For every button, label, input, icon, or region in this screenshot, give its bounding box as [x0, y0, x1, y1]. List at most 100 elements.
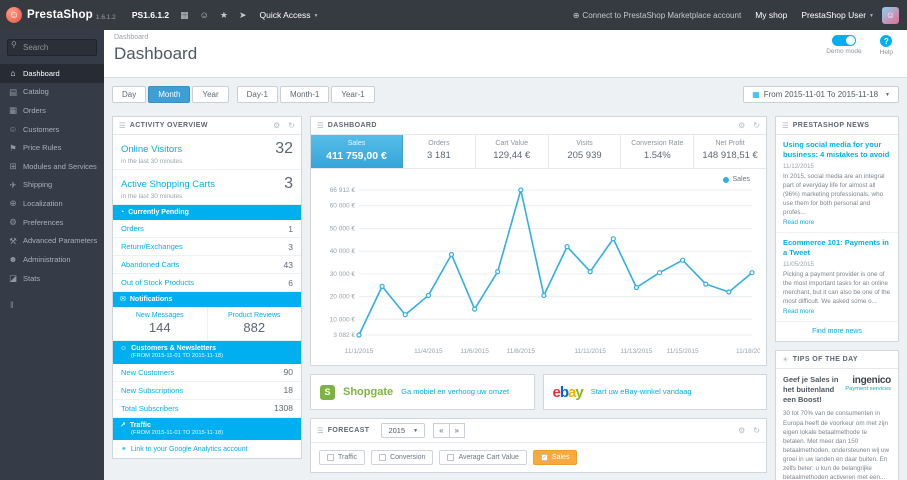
- pending-returns-row[interactable]: Return/Exchanges 3: [113, 238, 301, 257]
- demo-mode-control[interactable]: Demo mode: [826, 35, 862, 56]
- kpi-net-profit[interactable]: Net Profit 148 918,51 €: [694, 135, 766, 168]
- news-excerpt: In 2015, social media are an integral pa…: [783, 172, 885, 217]
- checkbox-checked-icon[interactable]: ✓: [540, 454, 548, 461]
- new-customers-row[interactable]: New Customers 90: [113, 364, 301, 382]
- refresh-icon[interactable]: ↻: [288, 121, 295, 130]
- sidebar-collapse-button[interactable]: ‖: [10, 300, 104, 310]
- shop-name[interactable]: PS1.6.1.2: [132, 10, 169, 20]
- sidebar-item-label: Preferences: [23, 217, 64, 227]
- sidebar-item-localization[interactable]: ⊕ Localization: [0, 194, 104, 213]
- demo-mode-toggle[interactable]: [831, 35, 856, 46]
- svg-text:11/6/2015: 11/6/2015: [460, 348, 489, 355]
- checkbox-icon[interactable]: [379, 454, 387, 461]
- abandoned-carts-row[interactable]: Abandoned Carts 43: [113, 256, 301, 275]
- sidebar-item-catalog[interactable]: ▤ Catalog: [0, 83, 104, 102]
- ebay-promo[interactable]: ebay Start uw eBay-winkel vandaag: [542, 374, 767, 410]
- out-of-stock-row[interactable]: Out of Stock Products 6: [113, 274, 301, 293]
- panel-title: FORECAST: [327, 427, 370, 434]
- range-day-button[interactable]: Day: [112, 86, 147, 103]
- sidebar-item-modules[interactable]: ⊞ Modules and Services: [0, 157, 104, 176]
- year-select[interactable]: 2015 ▼: [381, 423, 426, 438]
- ebay-link[interactable]: Start uw eBay-winkel vandaag: [591, 387, 692, 397]
- range-month-button[interactable]: Month: [148, 86, 191, 103]
- range-year-button[interactable]: Year: [192, 86, 229, 103]
- prev-year-button[interactable]: «: [433, 423, 450, 438]
- sidebar-item-customers[interactable]: ☺ Customers: [0, 120, 104, 139]
- kpi-cart-value[interactable]: Cart Value 129,44 €: [476, 135, 549, 168]
- search-input[interactable]: [7, 39, 97, 56]
- content: Day Month Year Day-1 Month-1 Year-1 ▦ Fr…: [104, 78, 907, 480]
- shopgate-link[interactable]: Ga mobiel en verhoog uw omzet: [401, 387, 509, 397]
- help-icon[interactable]: ?: [880, 35, 893, 47]
- sidebar-item-dashboard[interactable]: ⌂ Dashboard: [0, 64, 104, 83]
- user-menu[interactable]: PrestaShop User ▼: [801, 10, 874, 20]
- forecast-legend: Traffic Conversion Average Cart Value ✓ S…: [311, 443, 766, 472]
- range-year-1-button[interactable]: Year-1: [331, 86, 375, 103]
- sidebar-item-advanced-parameters[interactable]: ⚒ Advanced Parameters: [0, 232, 104, 251]
- sidebar-item-orders[interactable]: ▦ Orders: [0, 101, 104, 120]
- news-title-link[interactable]: Ecommerce 101: Payments in a Tweet: [783, 238, 891, 258]
- kpi-sales[interactable]: Sales 411 759,00 €: [311, 135, 403, 168]
- kpi-conversion-rate[interactable]: Conversion Rate 1.54%: [621, 135, 695, 168]
- cart-icon[interactable]: ▦: [180, 10, 189, 21]
- sales-chip[interactable]: ✓ Sales: [532, 450, 578, 465]
- brand-name[interactable]: PrestaShop: [27, 9, 93, 21]
- prestashop-news-panel: ☰ PRESTASHOP NEWS Using social media for…: [775, 116, 899, 343]
- gear-icon[interactable]: ⚙: [738, 121, 745, 130]
- active-carts-link[interactable]: Active Shopping Carts: [121, 179, 215, 190]
- refresh-icon[interactable]: ↻: [753, 426, 760, 435]
- marketplace-link[interactable]: ⊕ Connect to PrestaShop Marketplace accou…: [573, 11, 741, 20]
- kpi-orders[interactable]: Orders 3 181: [403, 135, 476, 168]
- checkbox-icon[interactable]: [447, 454, 455, 461]
- quick-access-menu[interactable]: Quick Access ▼: [260, 10, 319, 20]
- total-subscribers-row[interactable]: Total Subscribers 1308: [113, 400, 301, 418]
- customer-icon[interactable]: ☺: [200, 10, 209, 20]
- read-more-link[interactable]: Read more: [783, 308, 891, 315]
- svg-text:60 000 €: 60 000 €: [330, 203, 356, 210]
- pending-orders-row[interactable]: Orders 1: [113, 220, 301, 239]
- sidebar-item-administration[interactable]: ☻ Administration: [0, 250, 104, 269]
- shopgate-promo[interactable]: S Shopgate Ga mobiel en verhoog uw omzet: [310, 374, 535, 410]
- sidebar-item-price-rules[interactable]: ⚑ Price Rules: [0, 139, 104, 158]
- next-year-button[interactable]: »: [449, 423, 465, 438]
- traffic-chip[interactable]: Traffic: [319, 450, 366, 465]
- gear-icon[interactable]: ⚙: [738, 426, 745, 435]
- clock-icon: ◔: [120, 209, 125, 216]
- quick-access-label: Quick Access: [259, 10, 311, 20]
- find-more-news-link[interactable]: Find more news: [776, 322, 898, 341]
- center-column: ☰ DASHBOARD ⚙ ↻ Sales 411 759,00 € Order…: [310, 116, 768, 473]
- google-analytics-link[interactable]: ⚭ Link to your Google Analytics account: [113, 440, 301, 458]
- gear-icon[interactable]: ⚙: [273, 121, 280, 130]
- range-day-1-button[interactable]: Day-1: [236, 86, 278, 103]
- conversion-chip[interactable]: Conversion: [371, 450, 434, 465]
- kpi-visits[interactable]: Visits 205 939: [549, 135, 622, 168]
- sidebar-item-preferences[interactable]: ⚙ Preferences: [0, 213, 104, 232]
- gear-icon: ⚙: [9, 217, 17, 227]
- refresh-icon[interactable]: ↻: [753, 121, 760, 130]
- date-range-picker[interactable]: ▦ From 2015-11-01 To 2015-11-18 ▼: [743, 86, 899, 103]
- star-icon[interactable]: ★: [220, 10, 228, 21]
- read-more-link[interactable]: Read more: [783, 219, 891, 226]
- news-date: 11/12/2015: [783, 162, 815, 170]
- currently-pending-header: ◔ Currently Pending: [113, 205, 301, 221]
- average-cart-value-chip[interactable]: Average Cart Value: [439, 450, 527, 465]
- sidebar-item-stats[interactable]: ◪ Stats: [0, 269, 104, 288]
- new-messages-cell[interactable]: New Messages 144: [113, 307, 207, 340]
- checkbox-icon[interactable]: [327, 454, 334, 461]
- news-title-link[interactable]: Using social media for your business: 4 …: [783, 140, 891, 160]
- rocket-icon[interactable]: ➤: [239, 10, 247, 21]
- new-subscriptions-row[interactable]: New Subscriptions 18: [113, 382, 301, 400]
- my-shop-link[interactable]: My shop: [755, 10, 787, 20]
- dashboard-panel: ☰ DASHBOARD ⚙ ↻ Sales 411 759,00 € Order…: [310, 116, 768, 366]
- online-visitors-link[interactable]: Online Visitors: [121, 144, 182, 155]
- kpi-value: 411 759,00 €: [326, 150, 387, 162]
- avatar[interactable]: ☺: [882, 6, 899, 24]
- kpi-value: 205 939: [567, 150, 602, 161]
- prestashop-logo-icon[interactable]: ☺: [6, 7, 22, 23]
- breadcrumb[interactable]: Dashboard: [114, 34, 897, 41]
- panel-header: ☰ FORECAST 2015 ▼ « » ⚙ ↻: [311, 419, 766, 443]
- help-button[interactable]: ? Help: [880, 35, 893, 56]
- range-month-1-button[interactable]: Month-1: [279, 86, 330, 103]
- sidebar-item-shipping[interactable]: ✈ Shipping: [0, 176, 104, 195]
- product-reviews-cell[interactable]: Product Reviews 882: [206, 307, 302, 341]
